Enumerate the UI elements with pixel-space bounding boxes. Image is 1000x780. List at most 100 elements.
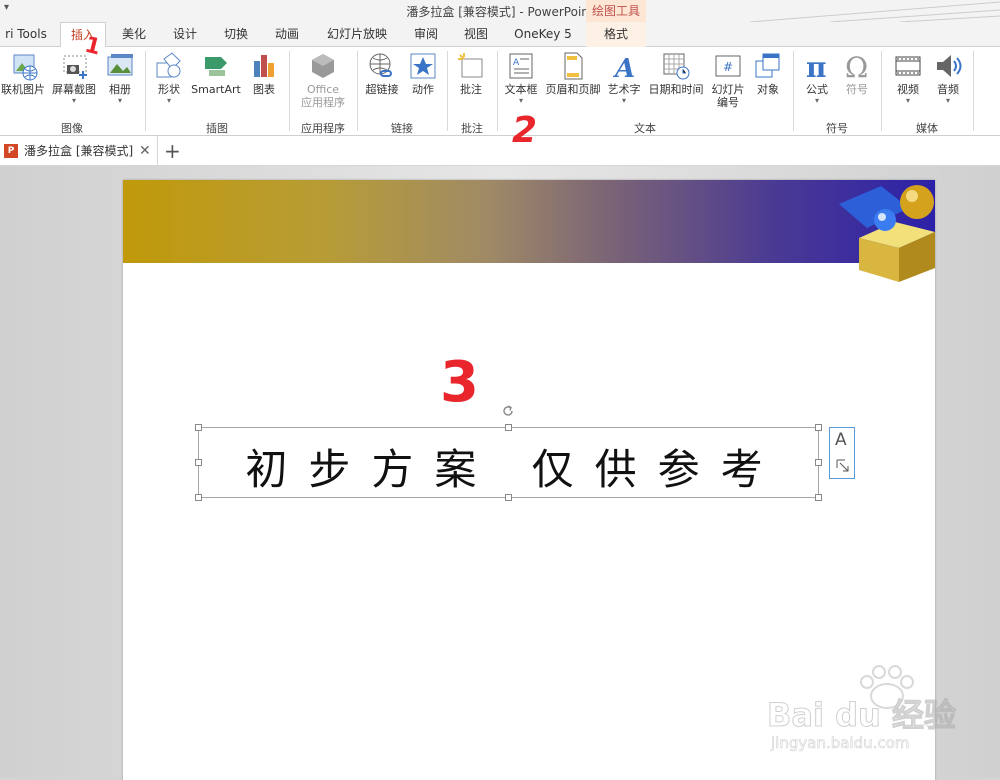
comment-button[interactable]: 批注 xyxy=(452,51,490,97)
tab-review[interactable]: 审阅 xyxy=(405,22,447,47)
chevron-down-icon: ▾ xyxy=(518,96,523,105)
chevron-down-icon: ▾ xyxy=(621,96,626,105)
audio-button[interactable]: 音频 ▾ xyxy=(930,51,966,105)
office-apps-icon xyxy=(292,51,354,81)
calendar-clock-icon xyxy=(645,51,707,81)
tab-slideshow[interactable]: 幻灯片放映 xyxy=(320,22,394,47)
svg-text:Ω: Ω xyxy=(845,51,868,81)
annotation-step-3: 3 xyxy=(440,350,479,415)
group-divider xyxy=(497,51,498,131)
tab-format[interactable]: 格式 xyxy=(586,22,646,47)
group-divider xyxy=(447,51,448,131)
group-label-symbols: 符号 xyxy=(826,122,848,135)
omega-icon: Ω xyxy=(840,51,874,84)
wordart-icon: A xyxy=(604,51,644,84)
resize-handle[interactable] xyxy=(195,494,202,501)
document-tab[interactable]: P 潘多拉盒 [兼容模式] ✕ xyxy=(0,136,158,166)
tab-transitions[interactable]: 切换 xyxy=(215,22,257,47)
pi-icon: π xyxy=(800,51,834,84)
watermark-url: jingyan.baidu.com xyxy=(771,734,910,753)
ribbon-tabs: ri Tools 插入 美化 设计 切换 动画 幻灯片放映 审阅 视图 OneK… xyxy=(0,22,1000,48)
textbox-button[interactable]: A 文本框 ▾ xyxy=(500,51,542,105)
resize-handle[interactable] xyxy=(195,459,202,466)
film-icon xyxy=(890,51,926,81)
close-icon[interactable]: ✕ xyxy=(139,136,151,166)
tab-iri-tools[interactable]: ri Tools xyxy=(0,22,52,47)
date-time-button[interactable]: 日期和时间 xyxy=(645,51,707,97)
group-divider xyxy=(357,51,358,131)
tab-beautify[interactable]: 美化 xyxy=(113,22,155,47)
action-button[interactable]: 动作 xyxy=(406,51,440,97)
group-divider xyxy=(973,51,974,131)
chevron-down-icon: ▾ xyxy=(905,96,910,105)
group-label-comments: 批注 xyxy=(461,122,483,135)
powerpoint-file-icon: P xyxy=(4,144,18,158)
header-footer-button[interactable]: 页眉和页脚 xyxy=(543,51,603,97)
photo-album-icon xyxy=(102,51,138,81)
header-footer-icon xyxy=(543,51,603,81)
annotation-step-2: 2 xyxy=(512,110,538,151)
video-button[interactable]: 视频 ▾ xyxy=(890,51,926,105)
chevron-down-icon: ▾ xyxy=(814,96,819,105)
title-decoration xyxy=(749,1,1000,22)
chevron-down-icon: ▾ xyxy=(945,96,950,105)
resize-handle[interactable] xyxy=(815,459,822,466)
baidu-watermark: Bai du 经验 jingyan.baidu.com xyxy=(767,662,997,762)
smartart-button[interactable]: SmartArt xyxy=(189,51,243,97)
selected-text-box[interactable]: 初步方案 仅供参考 xyxy=(195,405,822,501)
object-icon xyxy=(750,51,786,81)
globe-link-icon xyxy=(362,51,402,81)
chevron-down-icon: ▾ xyxy=(71,96,76,105)
symbol-button[interactable]: Ω 符号 xyxy=(840,51,874,97)
chart-button[interactable]: 图表 xyxy=(247,51,281,97)
svg-text:π: π xyxy=(806,51,827,81)
tab-animations[interactable]: 动画 xyxy=(266,22,308,47)
group-label-apps: 应用程序 xyxy=(301,122,345,135)
group-label-image: 图像 xyxy=(61,122,83,135)
resize-handle[interactable] xyxy=(505,494,512,501)
layout-options-button[interactable]: A xyxy=(829,427,855,479)
rotate-handle-icon[interactable] xyxy=(501,404,515,418)
resize-arrow-icon xyxy=(836,459,849,472)
chevron-down-icon: ▾ xyxy=(117,96,122,105)
svg-text:A: A xyxy=(612,54,635,81)
watermark-brand: Bai du 经验 xyxy=(767,696,957,735)
speaker-icon xyxy=(930,51,966,81)
ribbon: 联机图片 屏幕截图 ▾ 相册 ▾ 图像 形状 ▾ SmartArt 图表 插图 … xyxy=(0,47,1000,136)
online-pictures-icon xyxy=(0,51,46,81)
object-button[interactable]: 对象 xyxy=(750,51,786,97)
resize-handle[interactable] xyxy=(815,494,822,501)
group-label-links: 链接 xyxy=(391,122,413,135)
tab-view[interactable]: 视图 xyxy=(455,22,497,47)
document-tab-title: 潘多拉盒 [兼容模式] xyxy=(24,144,134,158)
svg-text:A: A xyxy=(513,58,520,68)
drawing-tools-context-label: 绘图工具 xyxy=(586,0,646,22)
hyperlink-button[interactable]: 超链接 xyxy=(362,51,402,97)
group-divider xyxy=(289,51,290,131)
resize-handle[interactable] xyxy=(815,424,822,431)
tab-design[interactable]: 设计 xyxy=(164,22,206,47)
resize-handle[interactable] xyxy=(505,424,512,431)
office-apps-button[interactable]: Office 应用程序 xyxy=(292,51,354,109)
group-label-media: 媒体 xyxy=(916,122,938,135)
new-tab-button[interactable]: + xyxy=(164,136,181,166)
text-layout-icon: A xyxy=(835,430,847,450)
smartart-icon xyxy=(189,51,243,81)
tab-onekey[interactable]: OneKey 5 xyxy=(508,22,578,47)
slide-text[interactable]: 初步方案 仅供参考 xyxy=(199,436,818,497)
group-divider xyxy=(145,51,146,131)
photo-album-button[interactable]: 相册 ▾ xyxy=(102,51,138,105)
slide-number-button[interactable]: # 幻灯片 编号 xyxy=(708,51,748,109)
chart-icon xyxy=(247,51,281,81)
star-action-icon xyxy=(406,51,440,81)
equation-button[interactable]: π 公式 ▾ xyxy=(800,51,834,105)
chevron-down-icon: ▾ xyxy=(166,96,171,105)
group-divider xyxy=(793,51,794,131)
resize-handle[interactable] xyxy=(195,424,202,431)
online-pictures-button[interactable]: 联机图片 xyxy=(0,51,46,97)
shapes-icon xyxy=(152,51,186,81)
textbox-icon: A xyxy=(500,51,542,81)
title-bar: ▾ 潘多拉盒 [兼容模式] - PowerPoint 绘图工具 xyxy=(0,0,1000,22)
wordart-button[interactable]: A 艺术字 ▾ xyxy=(604,51,644,105)
shapes-button[interactable]: 形状 ▾ xyxy=(152,51,186,105)
